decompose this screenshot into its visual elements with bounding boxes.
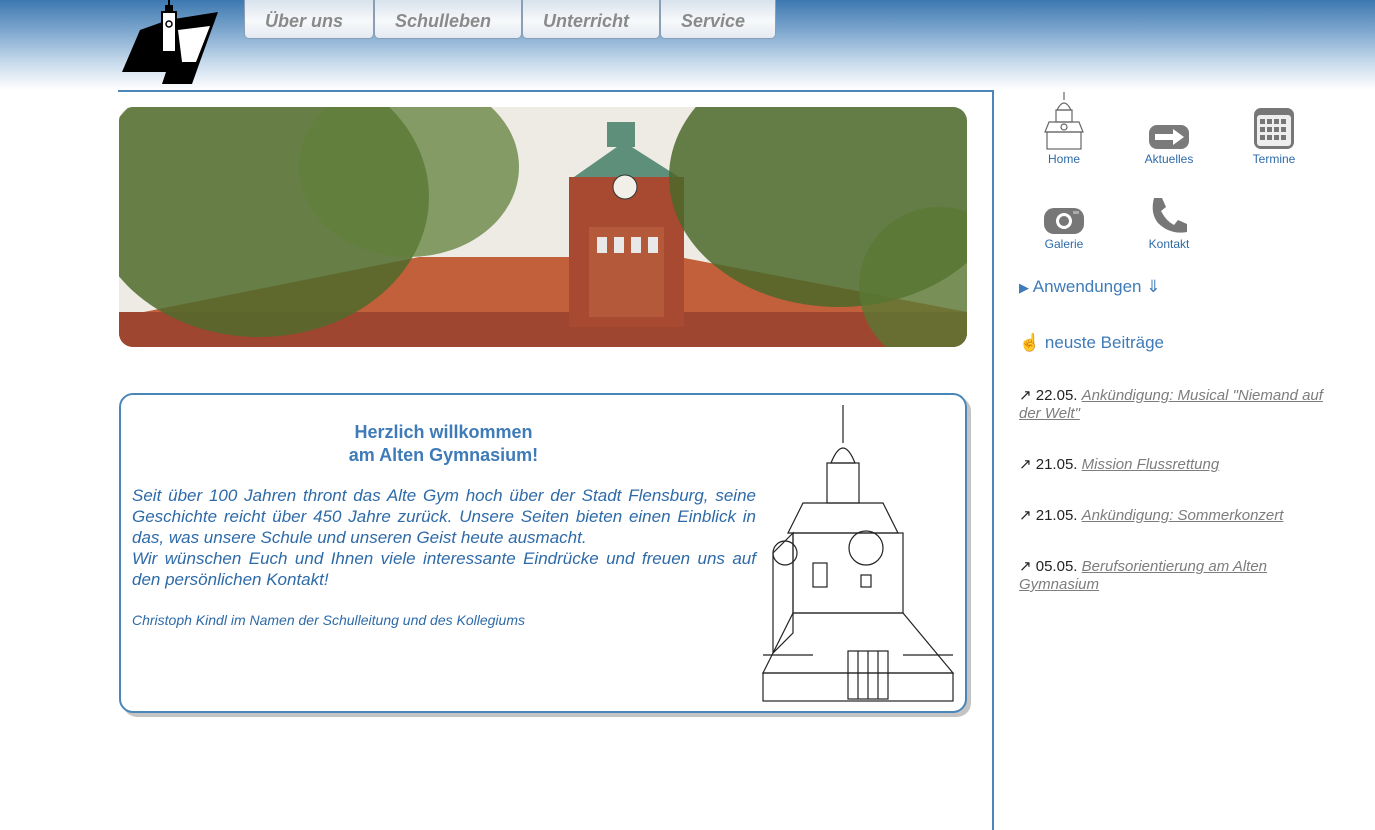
sidebar-aktuelles[interactable]: Aktuelles (1129, 124, 1209, 166)
post-link[interactable]: Ankündigung: Sommerkonzert (1082, 507, 1284, 524)
hero-school-photo (119, 107, 967, 347)
anwendungen-toggle[interactable]: ▶ Anwendungen ⇓ (1019, 277, 1160, 297)
arrow-sign-icon (1149, 125, 1189, 149)
nav-ueber-uns[interactable]: Über uns (244, 0, 374, 39)
welcome-title-line1: Herzlich willkommen (354, 422, 533, 442)
welcome-text: Seit über 100 Jahren thront das Alte Gym… (132, 485, 756, 590)
welcome-signature: Christoph Kindl im Namen der Schulleitun… (132, 612, 525, 628)
sidebar-termine-label: Termine (1252, 152, 1296, 166)
post-item: ↗ 22.05. Ankündigung: Musical "Niemand a… (1019, 387, 1324, 423)
sidebar-aktuelles-label: Aktuelles (1144, 152, 1194, 166)
camera-icon (1044, 208, 1084, 234)
post-date: 22.05. (1035, 387, 1078, 404)
post-item: ↗ 21.05. Ankündigung: Sommerkonzert (1019, 507, 1324, 525)
welcome-paragraph-2: Wir wünschen Euch und Ihnen viele intere… (132, 549, 756, 589)
sidebar-home-label: Home (1047, 152, 1080, 166)
calendar-icon (1254, 108, 1294, 149)
sidebar-galerie-label: Galerie (1044, 237, 1084, 251)
anwendungen-label: Anwendungen ⇓ (1032, 277, 1161, 296)
disclosure-triangle-icon: ▶ (1019, 280, 1029, 295)
post-date: 05.05. (1035, 558, 1078, 575)
sidebar-termine[interactable]: Termine (1234, 106, 1314, 166)
phone-icon (1152, 198, 1187, 233)
sidebar-home[interactable]: Home (1024, 92, 1104, 166)
welcome-title-line2: am Alten Gymnasium! (348, 445, 539, 465)
external-arrow-icon: ↗ (1019, 456, 1032, 473)
pointing-hand-icon: ☝ (1019, 333, 1041, 352)
nav-schulleben[interactable]: Schulleben (374, 0, 522, 39)
post-date: 21.05. (1035, 456, 1078, 473)
school-building-illustration (119, 107, 967, 347)
recent-posts-header: ☝ neuste Beiträge (1019, 333, 1164, 353)
sidebar-kontakt-label: Kontakt (1148, 237, 1190, 251)
external-arrow-icon: ↗ (1019, 558, 1032, 575)
sidebar-galerie[interactable]: Galerie (1024, 205, 1104, 251)
page-header: Über uns Schulleben Unterricht Service (0, 0, 1375, 90)
nav-service[interactable]: Service (660, 0, 776, 39)
recent-posts-title: neuste Beiträge (1044, 333, 1164, 352)
external-arrow-icon: ↗ (1019, 507, 1032, 524)
post-item: ↗ 05.05. Berufsorientierung am Alten Gym… (1019, 558, 1324, 594)
sidebar-kontakt[interactable]: Kontakt (1129, 195, 1209, 251)
post-date: 21.05. (1035, 507, 1078, 524)
post-item: ↗ 21.05. Mission Flussrettung (1019, 456, 1324, 474)
welcome-paragraph-1: Seit über 100 Jahren thront das Alte Gym… (132, 486, 756, 547)
clock-tower-drawing-icon (762, 405, 955, 702)
school-tower-icon (1044, 92, 1084, 150)
welcome-title: Herzlich willkommen am Alten Gymnasium! (321, 421, 566, 467)
external-arrow-icon: ↗ (1019, 387, 1032, 404)
post-link[interactable]: Mission Flussrettung (1082, 456, 1220, 473)
main-nav: Über uns Schulleben Unterricht Service (244, 0, 776, 39)
school-logo-icon[interactable] (118, 0, 220, 86)
nav-unterricht[interactable]: Unterricht (522, 0, 660, 39)
welcome-box: Herzlich willkommen am Alten Gymnasium! … (119, 393, 967, 713)
